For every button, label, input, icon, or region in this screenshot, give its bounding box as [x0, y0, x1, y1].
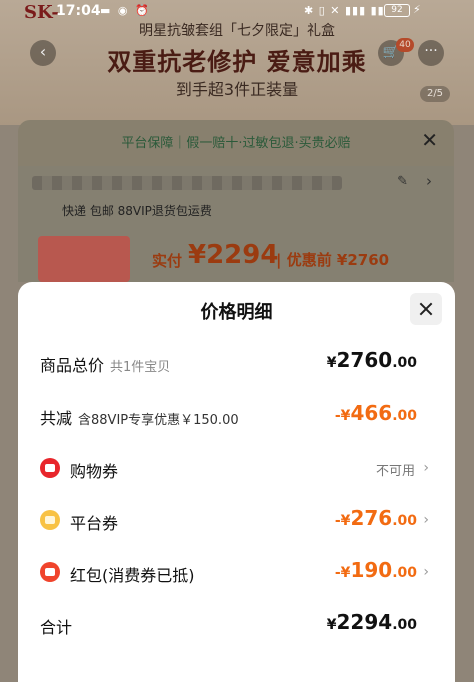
battery-icon: 92: [384, 4, 410, 17]
sheet-title: 价格明细: [200, 302, 273, 323]
shipping-row: 快递 包邮 88VIP退货包运费: [18, 200, 454, 230]
platform-coupon-label: 平台券: [70, 514, 119, 533]
cart-badge: 40: [396, 38, 414, 52]
price-detail-sheet: 价格明细 商品总价 共1件宝贝 ¥2760.00 共减 含88VIP专享优惠￥150…: [18, 282, 455, 682]
edit-icon[interactable]: ✎: [397, 174, 408, 189]
actual-pay-label: 实付: [152, 252, 183, 270]
total-price-label: 商品总价 共1件宝贝: [40, 356, 171, 375]
product-thumbnail: [38, 236, 130, 282]
chevron-left-icon: ‹: [39, 42, 47, 61]
red-packet-amount: -¥190.00: [334, 558, 417, 582]
chevron-right-icon: ›: [426, 172, 432, 190]
chevron-right-icon: ›: [423, 460, 429, 476]
close-button[interactable]: [410, 293, 442, 325]
signal-icons: ✱ ▯ ✕ ▮▮▮ ▮▮: [304, 4, 385, 17]
chevron-right-icon: ›: [423, 564, 429, 580]
blurred-address: [32, 176, 342, 190]
total-price-row: 商品总价 共1件宝贝 ¥2760.00: [18, 342, 455, 382]
red-packet-icon: [40, 562, 60, 582]
clock: 17:04: [56, 3, 101, 19]
grand-total-amount: ¥2294.00: [326, 610, 417, 634]
image-counter: 2/5: [420, 86, 450, 102]
chevron-right-icon: ›: [423, 512, 429, 528]
total-price-amount: ¥2760.00: [326, 348, 417, 372]
platform-coupon-icon: [40, 510, 60, 530]
shopping-coupon-row[interactable]: 购物券 不可用 ›: [18, 448, 455, 488]
grand-total-label: 合计: [40, 618, 73, 637]
notification-icons: ▬ ◉ ⏰: [100, 4, 151, 17]
price-bar: 实付 ¥2294 | 优惠前 ¥2760: [18, 230, 454, 282]
more-icon: ···: [424, 43, 438, 59]
banner-subtitle: 明星抗皱套组「七夕限定」礼盒: [139, 23, 335, 39]
charging-icon: ⚡: [413, 3, 421, 16]
more-button[interactable]: ···: [418, 40, 444, 66]
shopping-coupon-label: 购物券: [70, 462, 119, 481]
platform-coupon-amount: -¥276.00: [334, 506, 417, 530]
red-packet-row[interactable]: 红包(消费券已抵) -¥190.00 ›: [18, 552, 455, 592]
back-button[interactable]: ‹: [30, 40, 56, 66]
grand-total-row: 合计 ¥2294.00: [18, 604, 455, 644]
total-discount-row: 共减 含88VIP专享优惠￥150.00 -¥466.00: [18, 395, 455, 435]
status-bar: 17:04 ▬ ◉ ⏰ ✱ ▯ ✕ ▮▮▮ ▮▮ 92 ⚡: [0, 0, 474, 22]
banner-tagline: 到手超3件正装量: [175, 80, 299, 99]
original-price: | 优惠前 ¥2760: [276, 251, 390, 269]
platform-coupon-row[interactable]: 平台券 -¥276.00 ›: [18, 500, 455, 540]
address-row[interactable]: ✎ ›: [18, 166, 454, 200]
total-discount-label: 共减 含88VIP专享优惠￥150.00: [40, 409, 239, 428]
shopping-coupon-icon: [40, 458, 60, 478]
shopping-coupon-status: 不可用: [375, 464, 415, 479]
total-discount-amount: -¥466.00: [334, 401, 417, 425]
actual-pay-price: ¥2294: [188, 240, 279, 270]
close-icon[interactable]: ✕: [421, 128, 438, 152]
guarantee-text: 平台保障｜假一赔十·过敏包退·买贵必赔: [121, 136, 351, 151]
shipping-text: 快递 包邮 88VIP退货包运费: [62, 204, 212, 218]
red-packet-label: 红包(消费券已抵): [70, 566, 195, 585]
vip-discount-note: 含88VIP专享优惠￥150.00: [78, 413, 239, 428]
item-count: 共1件宝贝: [110, 360, 171, 375]
